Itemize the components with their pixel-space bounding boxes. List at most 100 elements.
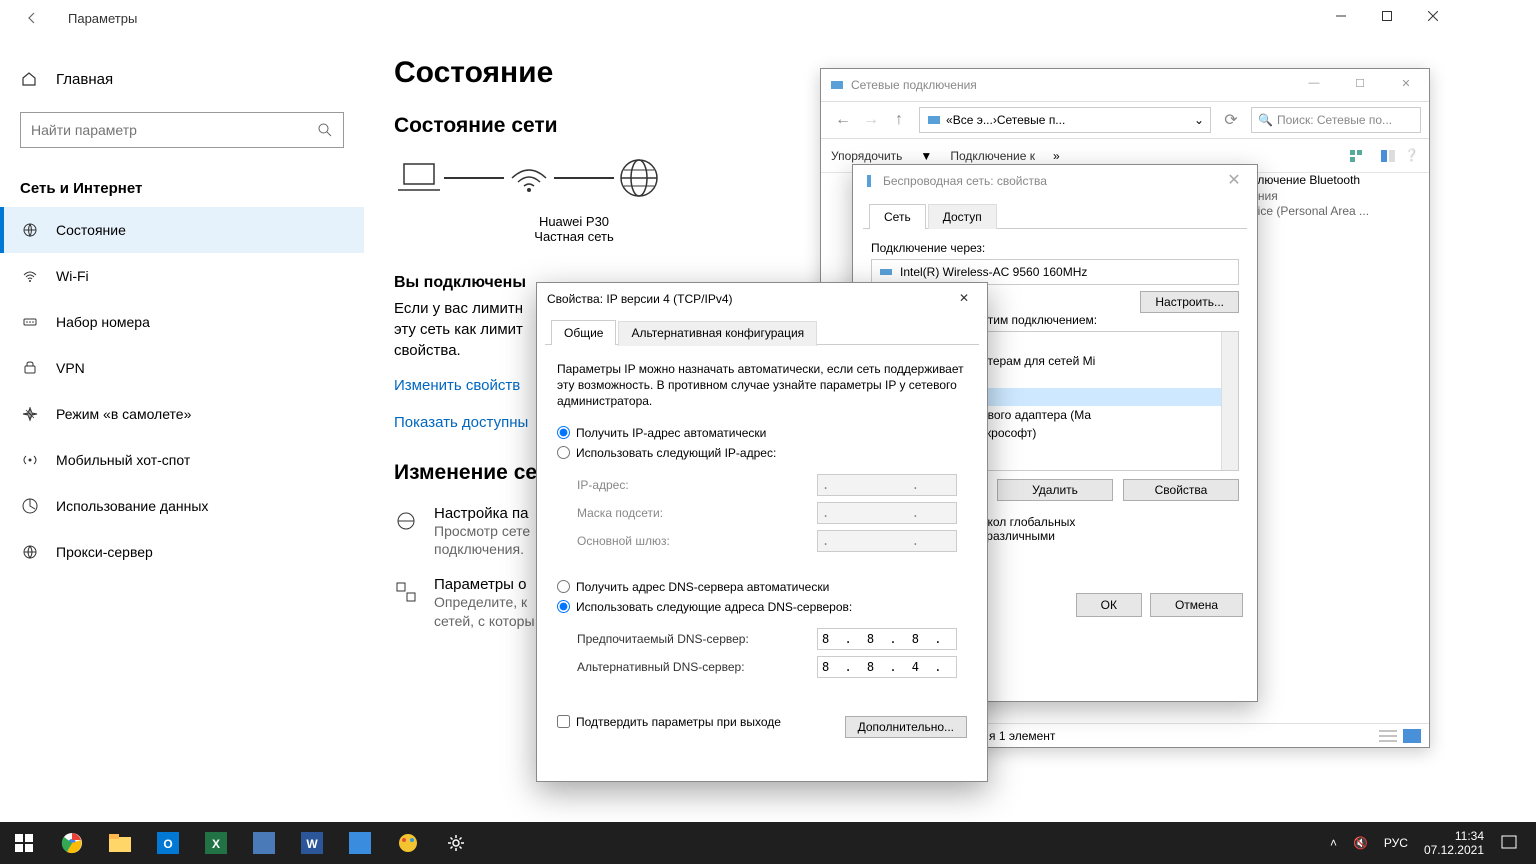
search-input[interactable]	[31, 122, 317, 138]
nc-bt-item[interactable]: дключение Bluetooth чения evice (Persona…	[1245, 173, 1415, 220]
radio-auto-dns[interactable]: Получить адрес DNS-сервера автоматически	[557, 580, 967, 594]
ip-intro: Параметры IP можно назначать автоматичес…	[557, 361, 967, 410]
excel-icon[interactable]: X	[192, 822, 240, 864]
nav-item-wifi[interactable]: Wi-Fi	[0, 253, 364, 299]
back-button[interactable]	[20, 6, 44, 30]
nav-label: Использование данных	[56, 498, 208, 514]
explorer-icon[interactable]	[96, 822, 144, 864]
settings-icon[interactable]	[432, 822, 480, 864]
titlebar: Параметры	[0, 0, 1456, 36]
wp-scrollbar[interactable]	[1221, 332, 1238, 470]
radio-manual-dns-input[interactable]	[557, 600, 570, 613]
ip-field-label: IP-адрес:	[577, 478, 817, 492]
nc-sort[interactable]: Упорядочить	[831, 149, 902, 163]
adapter-title: Настройка па	[434, 505, 530, 522]
nav-item-airplane[interactable]: Режим «в самолете»	[0, 391, 364, 437]
tray-chevron[interactable]: ˄	[1322, 836, 1345, 850]
app-icon-2[interactable]	[336, 822, 384, 864]
dns1-input[interactable]	[817, 628, 957, 650]
system-tray: ˄ 🔇 РУС 11:34 07.12.2021	[1322, 829, 1536, 858]
ip-close[interactable]: ✕	[949, 287, 979, 309]
radio-auto-dns-input[interactable]	[557, 580, 570, 593]
dns2-input[interactable]	[817, 656, 957, 678]
paint-icon[interactable]	[384, 822, 432, 864]
nav-item-vpn[interactable]: VPN	[0, 345, 364, 391]
app-icon-1[interactable]	[240, 822, 288, 864]
mask-field-label: Маска подсети:	[577, 506, 817, 520]
nav-item-status[interactable]: Состояние	[0, 207, 364, 253]
wp-props-btn[interactable]: Свойства	[1123, 479, 1239, 501]
ip-tab-alt[interactable]: Альтернативная конфигурация	[618, 321, 817, 346]
sharing-icon	[394, 580, 418, 604]
adapter-icon	[394, 509, 418, 533]
nc-status-text: я 1 элемент	[989, 729, 1055, 743]
laptop-icon	[394, 158, 444, 198]
wp-tab-access[interactable]: Доступ	[928, 204, 997, 229]
hotspot-icon	[20, 451, 40, 469]
net-line	[444, 177, 504, 179]
home-item[interactable]: Главная	[0, 60, 364, 98]
view-icon[interactable]	[1348, 148, 1372, 164]
nav-label: Wi-Fi	[56, 268, 89, 284]
radio-auto-ip-label: Получить IP-адрес автоматически	[576, 426, 766, 440]
nc-conn[interactable]: Подключение к	[950, 149, 1035, 163]
outlook-icon[interactable]: O	[144, 822, 192, 864]
ip-titlebar[interactable]: Свойства: IP версии 4 (TCP/IPv4) ✕	[537, 283, 987, 315]
nc-close[interactable]: ✕	[1383, 69, 1429, 97]
tray-clock[interactable]: 11:34 07.12.2021	[1416, 829, 1492, 858]
ip-field-group: IP-адрес: Маска подсети: Основной шлюз:	[557, 466, 967, 566]
wp-close[interactable]: ✕	[1219, 169, 1249, 191]
detail-view-icon[interactable]	[1403, 729, 1421, 743]
tray-lang[interactable]: РУС	[1376, 836, 1416, 850]
search-box[interactable]	[20, 112, 344, 148]
nav-item-dialup[interactable]: Набор номера	[0, 299, 364, 345]
nav-item-proxy[interactable]: Прокси-сервер	[0, 529, 364, 575]
wifi-name: Huawei P30	[514, 214, 634, 229]
nc-address-bar[interactable]: « Все э... › Сетевые п... ⌄	[919, 107, 1211, 133]
nav-item-hotspot[interactable]: Мобильный хот-спот	[0, 437, 364, 483]
wp-config-btn[interactable]: Настроить...	[1140, 291, 1239, 313]
tray-time: 11:34	[1424, 829, 1484, 843]
nav-item-data[interactable]: Использование данных	[0, 483, 364, 529]
chrome-icon[interactable]	[48, 822, 96, 864]
nc-back[interactable]: ←	[829, 106, 857, 134]
radio-manual-ip[interactable]: Использовать следующий IP-адрес:	[557, 446, 967, 460]
nc-maximize[interactable]: ☐	[1337, 69, 1383, 97]
nc-refresh[interactable]: ⟳	[1217, 106, 1245, 134]
wp-ok[interactable]: ОК	[1076, 593, 1142, 617]
preview-icon[interactable]	[1380, 148, 1396, 164]
help-icon[interactable]: ❔	[1404, 148, 1419, 164]
chevron-down-icon[interactable]: ⌄	[1194, 113, 1204, 127]
wp-remove-btn[interactable]: Удалить	[997, 479, 1113, 501]
nav-label: Набор номера	[56, 314, 150, 330]
minimize-button[interactable]	[1318, 0, 1364, 32]
maximize-button[interactable]	[1364, 0, 1410, 32]
close-button[interactable]	[1410, 0, 1456, 32]
nc-minimize[interactable]: —	[1291, 69, 1337, 97]
list-view-icon[interactable]	[1379, 729, 1397, 743]
nc-addr-p1: Все э...	[953, 113, 993, 127]
wp-tab-net[interactable]: Сеть	[869, 204, 926, 229]
wp-cancel[interactable]: Отмена	[1150, 593, 1243, 617]
start-button[interactable]	[0, 822, 48, 864]
confirm-check-row[interactable]: Подтвердить параметры при выходе Дополни…	[557, 706, 967, 738]
radio-manual-ip-label: Использовать следующий IP-адрес:	[576, 446, 776, 460]
nc-up[interactable]: ↑	[885, 106, 913, 134]
ip-tab-general[interactable]: Общие	[551, 320, 616, 345]
ip-tabs: Общие Альтернативная конфигурация	[545, 319, 979, 345]
tray-date: 07.12.2021	[1424, 843, 1484, 857]
wp-titlebar[interactable]: Беспроводная сеть: свойства ✕	[853, 165, 1257, 197]
nc-search[interactable]: 🔍 Поиск: Сетевые по...	[1251, 107, 1421, 133]
radio-manual-ip-input[interactable]	[557, 446, 570, 459]
nc-forward[interactable]: →	[857, 106, 885, 134]
dialup-icon	[20, 313, 40, 331]
dns1-label: Предпочитаемый DNS-сервер:	[577, 632, 817, 646]
radio-auto-ip-input[interactable]	[557, 426, 570, 439]
tray-volume[interactable]: 🔇	[1345, 836, 1376, 850]
word-icon[interactable]: W	[288, 822, 336, 864]
radio-manual-dns[interactable]: Использовать следующие адреса DNS-сервер…	[557, 600, 967, 614]
confirm-checkbox[interactable]	[557, 715, 570, 728]
nc-titlebar[interactable]: Сетевые подключения — ☐ ✕	[821, 69, 1429, 101]
radio-auto-ip[interactable]: Получить IP-адрес автоматически	[557, 426, 967, 440]
tray-notifications[interactable]	[1492, 834, 1526, 852]
